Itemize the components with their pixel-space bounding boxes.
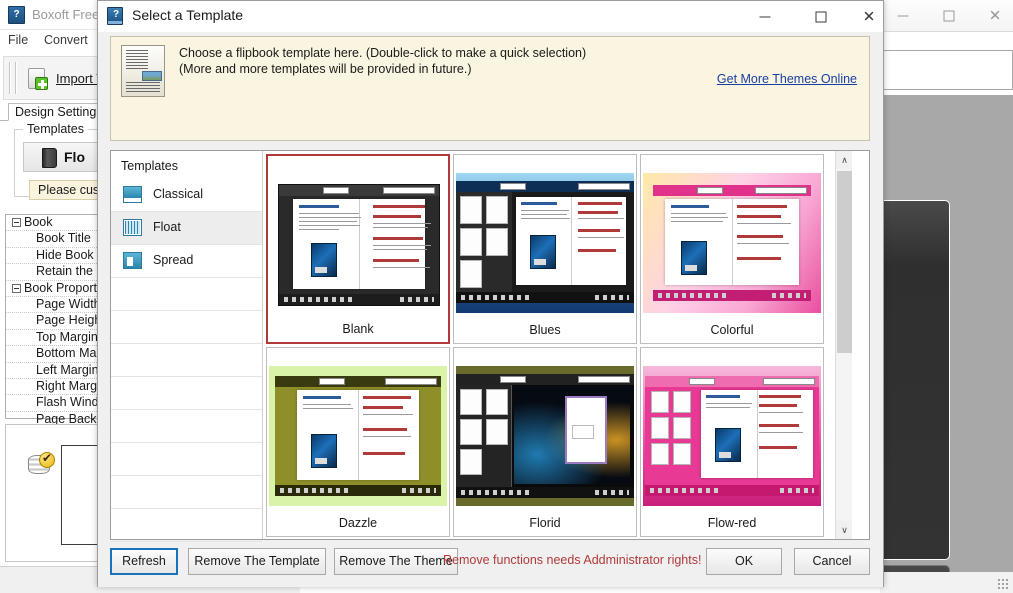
scroll-up-button[interactable]: ∧ <box>836 151 852 169</box>
secondary-window: ✕ » <box>880 0 1013 593</box>
toolbar-grip-icon-2 <box>15 62 17 94</box>
template-category-empty-4 <box>111 377 262 410</box>
property-label: Left Margin <box>36 362 99 377</box>
theme-label: Dazzle <box>338 516 378 530</box>
template-category-empty-8 <box>111 509 262 542</box>
current-template-label: Flo <box>64 149 85 165</box>
secondary-close-button[interactable]: ✕ <box>972 0 1013 31</box>
secondary-window-titlebar: ✕ <box>880 0 1013 32</box>
theme-card-flow-red[interactable]: Flow-red <box>640 347 824 537</box>
theme-grid-scrollbar[interactable]: ∧ ∨ <box>835 151 852 539</box>
theme-thumbnail-grid[interactable]: Blank Blues Colorful Dazzle Florid Flow-… <box>263 151 852 539</box>
app-icon: ? <box>8 6 25 24</box>
template-category-classical[interactable]: Classical <box>111 179 262 212</box>
dialog-title: Select a Template <box>132 7 244 23</box>
theme-thumbnail-florid <box>456 366 634 506</box>
dialog-titlebar[interactable]: Select a Template ✕ <box>98 1 883 32</box>
database-check-icon <box>28 451 56 476</box>
background-app-title: Boxoft Free <box>32 7 100 22</box>
theme-card-florid[interactable]: Florid <box>453 347 637 537</box>
menu-convert[interactable]: Convert <box>44 33 88 47</box>
collapse-icon[interactable] <box>12 283 21 293</box>
template-category-empty-1 <box>111 278 262 311</box>
template-question-icon <box>107 7 123 25</box>
template-category-empty-6 <box>111 443 262 476</box>
dialog-maximize-button[interactable] <box>798 1 844 32</box>
classical-layout-icon <box>123 186 142 203</box>
template-list-title: Templates <box>121 159 178 173</box>
theme-thumbnail-dazzle <box>269 366 447 506</box>
secondary-window-statusbar <box>880 572 1013 593</box>
template-browser: Templates Classical Float Spread Blank B… <box>110 150 870 542</box>
get-more-themes-link[interactable]: Get More Themes Online <box>717 72 857 86</box>
toolbar-grip-icon <box>9 62 11 94</box>
property-label: Page Width <box>36 296 101 311</box>
cancel-button[interactable]: Cancel <box>794 548 870 575</box>
resize-grip-icon[interactable] <box>997 578 1009 590</box>
dark-side-panel <box>880 200 950 560</box>
screen: ? Boxoft Free File Convert Import Text D… <box>0 0 1013 593</box>
info-line-2: (More and more templates will be provide… <box>179 62 472 76</box>
select-template-dialog: Select a Template ✕ Choose a flipbook te… <box>97 0 884 587</box>
theme-card-dazzle[interactable]: Dazzle <box>266 347 450 537</box>
theme-thumbnail-flow-red <box>643 366 821 506</box>
ok-button[interactable]: OK <box>706 548 782 575</box>
scrollbar-thumb[interactable] <box>837 171 852 353</box>
float-layout-icon <box>123 219 142 236</box>
info-panel: Choose a flipbook template here. (Double… <box>110 36 870 141</box>
template-category-empty-7 <box>111 476 262 509</box>
secondary-content-strip <box>883 50 1013 90</box>
template-category-list: Templates Classical Float Spread <box>111 151 263 542</box>
remove-theme-button[interactable]: Remove The Theme <box>334 548 458 575</box>
property-label: Page Height <box>36 313 105 328</box>
template-category-label: Spread <box>153 253 194 267</box>
spread-layout-icon <box>123 252 142 269</box>
template-category-label: Float <box>153 220 181 234</box>
theme-label: Flow-red <box>707 516 757 530</box>
theme-card-blues[interactable]: Blues <box>453 154 637 344</box>
templates-group-title: Templates <box>23 122 88 136</box>
menu-file[interactable]: File <box>8 33 28 47</box>
collapse-icon[interactable] <box>12 218 21 227</box>
template-category-empty-3 <box>111 344 262 377</box>
refresh-button[interactable]: Refresh <box>110 548 178 575</box>
template-category-label: Classical <box>153 187 204 201</box>
admin-rights-warning: Remove functions needs Addministrator ri… <box>443 553 702 567</box>
template-category-float[interactable]: Float <box>111 212 262 245</box>
book-icon <box>42 148 57 168</box>
theme-thumbnail-colorful <box>643 173 821 313</box>
theme-label: Blank <box>342 322 374 336</box>
template-category-empty-2 <box>111 311 262 344</box>
remove-template-button[interactable]: Remove The Template <box>188 548 326 575</box>
template-category-empty-5 <box>111 410 262 443</box>
theme-label: Blues <box>529 323 561 337</box>
theme-label: Colorful <box>710 323 754 337</box>
scroll-down-button[interactable]: ∨ <box>836 521 852 539</box>
theme-thumbnail-blues <box>456 173 634 313</box>
property-label: Book Title <box>36 231 91 246</box>
info-line-1: Choose a flipbook template here. (Double… <box>179 46 587 60</box>
theme-card-blank[interactable]: Blank <box>266 154 450 344</box>
tab-design-setting[interactable]: Design Setting <box>8 103 104 121</box>
theme-thumbnail-blank <box>270 174 448 314</box>
template-category-spread[interactable]: Spread <box>111 245 262 278</box>
dialog-close-button[interactable]: ✕ <box>846 1 892 32</box>
import-document-icon <box>26 67 50 91</box>
property-label: Top Margin <box>36 329 98 344</box>
property-label: Book <box>24 215 53 229</box>
dialog-minimize-button[interactable] <box>742 1 788 32</box>
secondary-maximize-button[interactable] <box>926 0 972 31</box>
theme-label: Florid <box>529 516 561 530</box>
theme-card-colorful[interactable]: Colorful <box>640 154 824 344</box>
dialog-bottom-edge <box>98 581 883 587</box>
document-preview-icon <box>121 45 165 97</box>
dialog-body: Choose a flipbook template here. (Double… <box>98 32 883 587</box>
secondary-gray-area: » <box>880 95 1013 593</box>
property-label: Book Proportio <box>24 280 107 295</box>
